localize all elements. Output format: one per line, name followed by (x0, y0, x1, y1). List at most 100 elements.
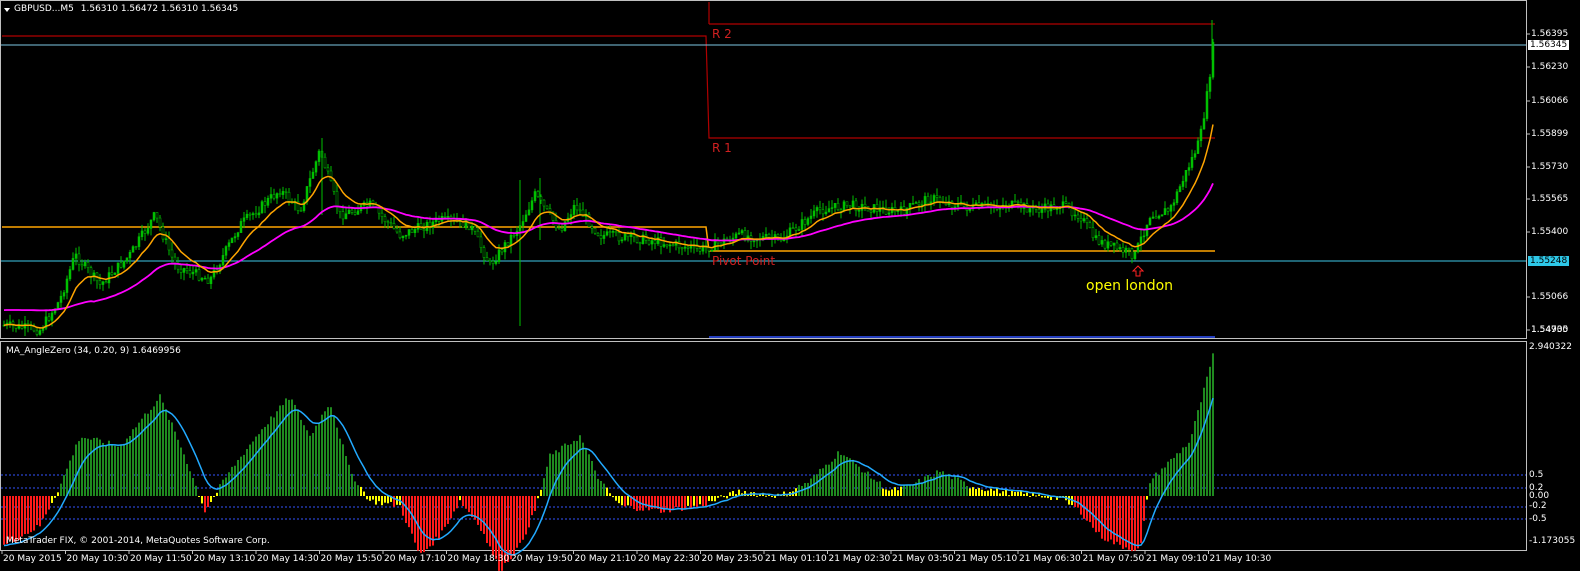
histogram-bar (366, 496, 368, 500)
candle-body (560, 228, 564, 232)
histogram-bar (954, 476, 956, 496)
candle-body (602, 234, 606, 239)
histogram-bar (336, 427, 338, 496)
candle-body (113, 273, 117, 275)
histogram-bar (177, 439, 179, 496)
histogram-bar (1047, 496, 1049, 499)
histogram-bar (582, 442, 584, 496)
histogram-bar (897, 490, 899, 496)
time-axis-label: 20 May 14:30 (257, 554, 319, 564)
chart-canvas[interactable] (0, 0, 1580, 571)
histogram-bar (183, 454, 185, 496)
candle-body (413, 229, 417, 233)
candle-body (938, 197, 942, 203)
candle-body (710, 249, 714, 252)
candle-body (398, 231, 402, 239)
histogram-bar (732, 490, 734, 496)
histogram-bar (483, 496, 485, 534)
histogram-bar (918, 478, 920, 496)
histogram-bar (609, 493, 611, 496)
candle-body (1118, 247, 1122, 250)
histogram-bar (363, 491, 365, 496)
histogram-bar (855, 464, 857, 496)
candle-body (914, 202, 918, 204)
candle-body (221, 255, 225, 266)
candle-body (128, 252, 132, 259)
candle-body (680, 247, 684, 250)
histogram-bar (1167, 461, 1169, 496)
price-axis-label: 1.55066 (1531, 292, 1569, 302)
candle-body (923, 196, 927, 206)
candle-body (1103, 240, 1107, 249)
candle-body (1178, 186, 1182, 192)
candle-body (1166, 208, 1170, 212)
histogram-bar (273, 417, 275, 496)
histogram-bar (1023, 493, 1025, 496)
histogram-bar (1113, 496, 1115, 545)
histogram-bar (27, 496, 29, 534)
triangle-down-icon[interactable] (4, 8, 10, 12)
candle-body (257, 212, 261, 216)
price-axis-label: 1.54735 (1531, 325, 1569, 335)
time-axis-label: 20 May 21:10 (574, 554, 637, 564)
histogram-bar (612, 496, 614, 498)
candle-body (653, 240, 657, 244)
histogram-bar (33, 496, 35, 531)
candle-body (353, 212, 357, 215)
candle-body (1016, 201, 1020, 203)
histogram-bar (330, 407, 332, 496)
histogram-bar (123, 443, 125, 496)
candle-body (500, 249, 504, 253)
candle-body (1028, 207, 1032, 213)
candle-body (818, 207, 822, 211)
time-axis-label: 20 May 19:50 (511, 554, 573, 564)
candle-body (1073, 214, 1077, 217)
histogram-bar (240, 456, 242, 496)
candle-body (917, 202, 921, 206)
candle-body (1136, 243, 1140, 253)
candle-body (386, 221, 390, 223)
histogram-bar (813, 475, 815, 496)
histogram-bar (66, 468, 68, 496)
histogram-bar (54, 496, 56, 498)
candle-body (806, 218, 810, 225)
histogram-bar (57, 492, 59, 496)
candle-body (86, 261, 90, 269)
candle-body (1094, 235, 1098, 239)
candle-body (812, 210, 816, 217)
candle-body (83, 261, 87, 267)
histogram-bar (822, 468, 824, 496)
candle-body (140, 230, 144, 237)
candle-body (596, 232, 600, 236)
histogram-bar (36, 496, 38, 526)
histogram-bar (675, 496, 677, 507)
histogram-bar (105, 444, 107, 496)
chart-window[interactable]: GBPUSD...M5 1.56310 1.56472 1.56310 1.56… (0, 0, 1580, 571)
histogram-bar (348, 464, 350, 496)
histogram-bar (579, 435, 581, 496)
candle-body (983, 202, 987, 205)
candle-body (1025, 203, 1029, 213)
histogram-bar (279, 405, 281, 496)
histogram-bar (828, 464, 830, 496)
candle-body (71, 258, 75, 270)
candle-body (119, 262, 123, 268)
histogram-bar (120, 444, 122, 496)
candle-body (824, 211, 828, 215)
histogram-bar (195, 485, 197, 496)
candle-body (851, 200, 855, 208)
histogram-bar (1185, 446, 1187, 496)
candle-body (1076, 214, 1080, 219)
candle-body (830, 207, 834, 209)
histogram-bar (168, 419, 170, 496)
candle-body (77, 253, 81, 265)
histogram-bar (297, 410, 299, 496)
histogram-bar (327, 407, 329, 496)
candle-body (935, 195, 939, 198)
candle-body (884, 206, 888, 215)
candle-body (1124, 247, 1128, 253)
candle-body (1190, 157, 1194, 168)
histogram-bar (807, 482, 809, 496)
histogram-bar (945, 474, 947, 496)
histogram-bar (966, 485, 968, 496)
